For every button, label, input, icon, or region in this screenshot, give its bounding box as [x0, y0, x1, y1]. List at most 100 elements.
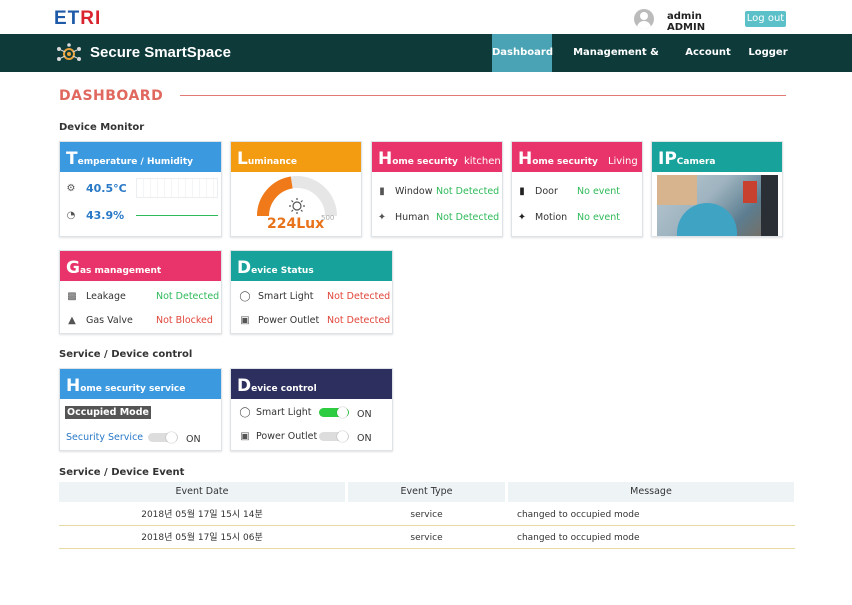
title-initial: T	[66, 149, 78, 169]
luminance-gauge-fill	[257, 176, 293, 217]
title-initial: H	[378, 149, 393, 169]
camera-scene-object	[677, 203, 737, 236]
title-text: ome security	[392, 157, 458, 167]
page: ETRI admin ADMIN Log out Secure SmartSpa…	[0, 0, 852, 605]
human-status: Not Detected	[436, 212, 500, 223]
card-ip-camera: IPCamera	[651, 141, 783, 237]
camera-scene-object	[761, 175, 778, 236]
human-label: Human	[395, 212, 430, 223]
nav-logger[interactable]: Logger	[744, 34, 792, 72]
person-walking-icon: ✦	[377, 212, 387, 223]
section-service-control: Service / Device control	[59, 349, 193, 360]
power-outlet-state: ON	[357, 433, 372, 444]
power-outlet-status: Not Detected	[327, 315, 391, 326]
title-text: ome security	[532, 157, 598, 167]
gas-valve-status: Not Blocked	[156, 315, 213, 326]
location-label: Living	[607, 156, 638, 167]
event-message-cell: changed to occupied mode	[517, 510, 640, 520]
door-row: ▮ Door No event	[512, 183, 642, 201]
title-text: evice control	[251, 384, 317, 394]
column-header-type: Event Type	[348, 482, 505, 502]
card-home-security-living: Home security Living ▮ Door No event ✦ Mo…	[511, 141, 643, 237]
section-event-log: Service / Device Event	[59, 467, 185, 478]
card-header: Home security Living	[512, 142, 642, 172]
page-title: DASHBOARD	[59, 88, 164, 104]
door-icon: ▮	[519, 186, 525, 197]
power-outlet-row: ▣ Power Outlet Not Detected	[231, 312, 392, 330]
security-service-row: Security Service ON	[60, 429, 221, 447]
gas-valve-label: Gas Valve	[86, 315, 133, 326]
humidity-row: ◔ 43.9%	[60, 207, 221, 225]
column-header-message: Message	[508, 482, 794, 502]
smart-light-state: ON	[357, 409, 372, 420]
leakage-label: Leakage	[86, 291, 126, 302]
card-gas-management: Gas management ▩ Leakage Not Detected ▲ …	[59, 250, 222, 334]
humidity-chart	[136, 215, 218, 216]
brand-title[interactable]: Secure SmartSpace	[90, 44, 231, 61]
luminance-value: 224Lux	[267, 216, 325, 232]
user-avatar-icon[interactable]	[634, 9, 654, 29]
card-header: Home security service	[60, 369, 221, 399]
power-outlet-toggle[interactable]	[319, 431, 349, 442]
card-home-security-kitchen: Home security kitchen ▮ Window Not Detect…	[371, 141, 503, 237]
human-row: ✦ Human Not Detected	[372, 209, 502, 227]
nav-dashboard[interactable]: Dashboard	[492, 34, 553, 72]
power-outlet-control-label: Power Outlet	[256, 431, 318, 442]
gas-valve-row: ▲ Gas Valve Not Blocked	[60, 312, 221, 330]
title-divider	[180, 95, 786, 96]
power-outlet-label: Power Outlet	[258, 315, 320, 326]
light-bulb-icon: ◯	[239, 291, 251, 302]
leakage-status: Not Detected	[156, 291, 220, 302]
power-outlet-icon: ▣	[240, 431, 250, 442]
card-temperature-humidity: Temperature / Humidity ⚙ 40.5°C ◔ 43.9%	[59, 141, 222, 237]
power-outlet-control-row: ▣ Power Outlet ON	[231, 428, 392, 446]
motion-row: ✦ Motion No event	[512, 209, 642, 227]
security-service-label: Security Service	[66, 432, 144, 443]
card-header: Luminance	[231, 142, 361, 172]
window-row: ▮ Window Not Detected	[372, 183, 502, 201]
occupied-mode-badge: Occupied Mode	[65, 406, 151, 419]
event-message-cell: changed to occupied mode	[517, 533, 640, 543]
window-label: Window	[395, 186, 433, 197]
camera-feed[interactable]	[657, 175, 778, 236]
card-home-security-service: Home security service Occupied Mode Secu…	[59, 368, 222, 451]
main-nav: Secure SmartSpace Dashboard Management &…	[0, 34, 852, 96]
humidity-gauge-icon: ◔	[66, 210, 76, 221]
title-text: evice Status	[251, 266, 314, 276]
door-label: Door	[535, 186, 558, 197]
motion-icon: ✦	[517, 212, 527, 223]
security-service-state: ON	[186, 434, 201, 445]
location-label: kitchen	[463, 156, 501, 167]
nav-account[interactable]: Account	[682, 34, 734, 72]
title-initial: D	[237, 258, 252, 278]
smart-light-toggle[interactable]	[319, 407, 349, 418]
etri-logo[interactable]: ETRI	[54, 8, 101, 30]
smart-light-row: ◯ Smart Light Not Detected	[231, 288, 392, 306]
logout-button[interactable]: Log out	[745, 11, 786, 27]
card-luminance: Luminance 500 224Lux	[230, 141, 362, 237]
title-initial: H	[66, 376, 81, 396]
smart-light-control-row: ◯ Smart Light ON	[231, 404, 392, 422]
event-type-cell: service	[410, 533, 443, 543]
card-header: Temperature / Humidity	[60, 142, 221, 172]
smart-light-label: Smart Light	[258, 291, 314, 302]
card-header: Device Status	[231, 251, 392, 281]
motion-status: No event	[577, 212, 620, 223]
row-divider	[59, 548, 795, 549]
smart-light-control-label: Smart Light	[256, 407, 312, 418]
title-initial: IP	[658, 149, 677, 169]
temperature-value: 40.5°C	[86, 182, 127, 195]
row-divider	[59, 525, 795, 526]
security-service-toggle[interactable]	[148, 432, 178, 443]
nav-management-security[interactable]: Management & Security	[554, 34, 678, 96]
leakage-row: ▩ Leakage Not Detected	[60, 288, 221, 306]
title-text: as management	[79, 266, 162, 276]
gas-leak-icon: ▩	[67, 291, 77, 302]
smart-light-status: Not Detected	[327, 291, 391, 302]
title-text: ome security service	[80, 384, 186, 394]
top-bar: ETRI admin ADMIN Log out	[0, 0, 852, 34]
humidity-value: 43.9%	[86, 209, 125, 222]
section-device-monitor: Device Monitor	[59, 122, 145, 133]
user-role: ADMIN	[667, 22, 706, 33]
card-header: IPCamera	[652, 142, 782, 172]
